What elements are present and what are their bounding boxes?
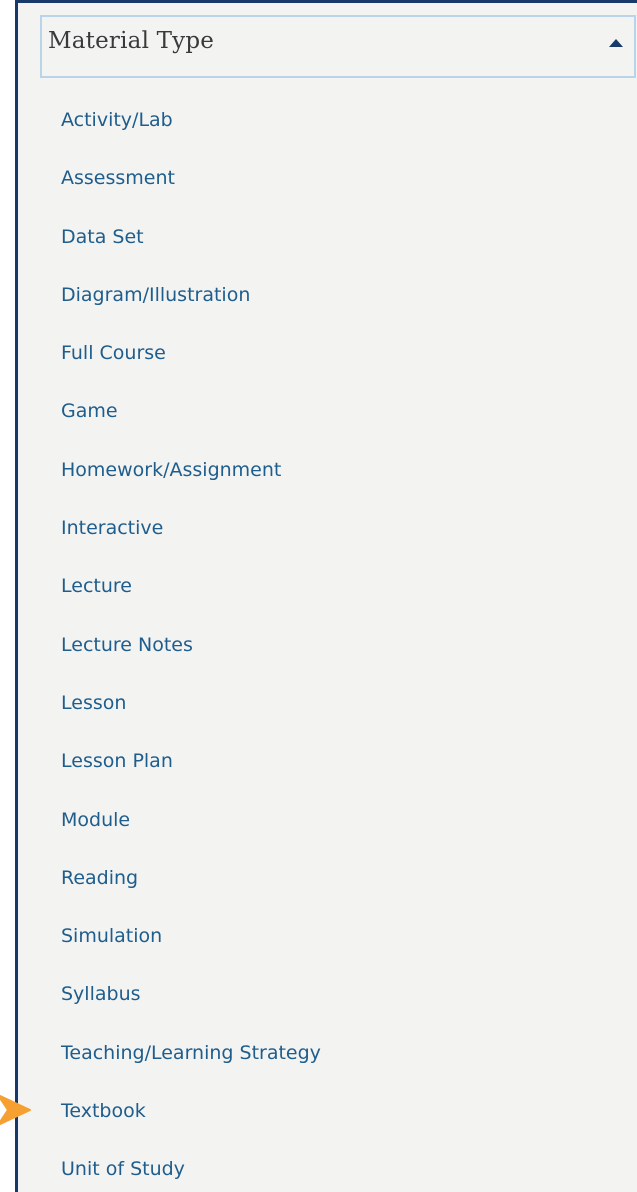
filter-link-teaching-learning-strategy[interactable]: Teaching/Learning Strategy (61, 1034, 321, 1072)
filter-link-reading[interactable]: Reading (61, 859, 138, 897)
filter-link-lecture[interactable]: Lecture (61, 567, 132, 605)
material-type-toggle[interactable]: Material Type (40, 15, 636, 78)
panel-title: Material Type (48, 28, 215, 54)
list-item: Lesson (61, 684, 321, 742)
filter-link-game[interactable]: Game (61, 392, 118, 430)
filter-link-module[interactable]: Module (61, 801, 130, 839)
filter-link-simulation[interactable]: Simulation (61, 917, 162, 955)
list-item: Full Course (61, 334, 321, 392)
material-type-filter-panel: Material Type Activity/Lab Assessment Da… (15, 0, 637, 1192)
caret-up-icon (609, 39, 623, 47)
list-item: Homework/Assignment (61, 451, 321, 509)
list-item: Module (61, 801, 321, 859)
list-item: Lecture (61, 567, 321, 625)
list-item: Lesson Plan (61, 742, 321, 800)
filter-link-syllabus[interactable]: Syllabus (61, 975, 141, 1013)
list-item: Unit of Study (61, 1150, 321, 1192)
list-item: Assessment (61, 159, 321, 217)
list-item: Reading (61, 859, 321, 917)
list-item: Teaching/Learning Strategy (61, 1034, 321, 1092)
filter-link-lecture-notes[interactable]: Lecture Notes (61, 626, 193, 664)
filter-link-homework-assignment[interactable]: Homework/Assignment (61, 451, 281, 489)
filter-link-lesson[interactable]: Lesson (61, 684, 126, 722)
filter-link-assessment[interactable]: Assessment (61, 159, 175, 197)
filter-link-textbook[interactable]: Textbook (61, 1092, 146, 1130)
filter-link-full-course[interactable]: Full Course (61, 334, 166, 372)
list-item: Textbook (61, 1092, 321, 1150)
filter-link-lesson-plan[interactable]: Lesson Plan (61, 742, 173, 780)
list-item: Lecture Notes (61, 626, 321, 684)
list-item: Interactive (61, 509, 321, 567)
list-item: Activity/Lab (61, 101, 321, 159)
pointer-arrow-icon (0, 1094, 31, 1126)
list-item: Simulation (61, 917, 321, 975)
filter-link-unit-of-study[interactable]: Unit of Study (61, 1150, 185, 1188)
list-item: Syllabus (61, 975, 321, 1033)
list-item: Data Set (61, 218, 321, 276)
list-item: Diagram/Illustration (61, 276, 321, 334)
filter-link-interactive[interactable]: Interactive (61, 509, 163, 547)
list-item: Game (61, 392, 321, 450)
filter-link-diagram-illustration[interactable]: Diagram/Illustration (61, 276, 250, 314)
material-type-list: Activity/Lab Assessment Data Set Diagram… (61, 101, 321, 1192)
filter-link-data-set[interactable]: Data Set (61, 218, 144, 256)
filter-link-activity-lab[interactable]: Activity/Lab (61, 101, 173, 139)
